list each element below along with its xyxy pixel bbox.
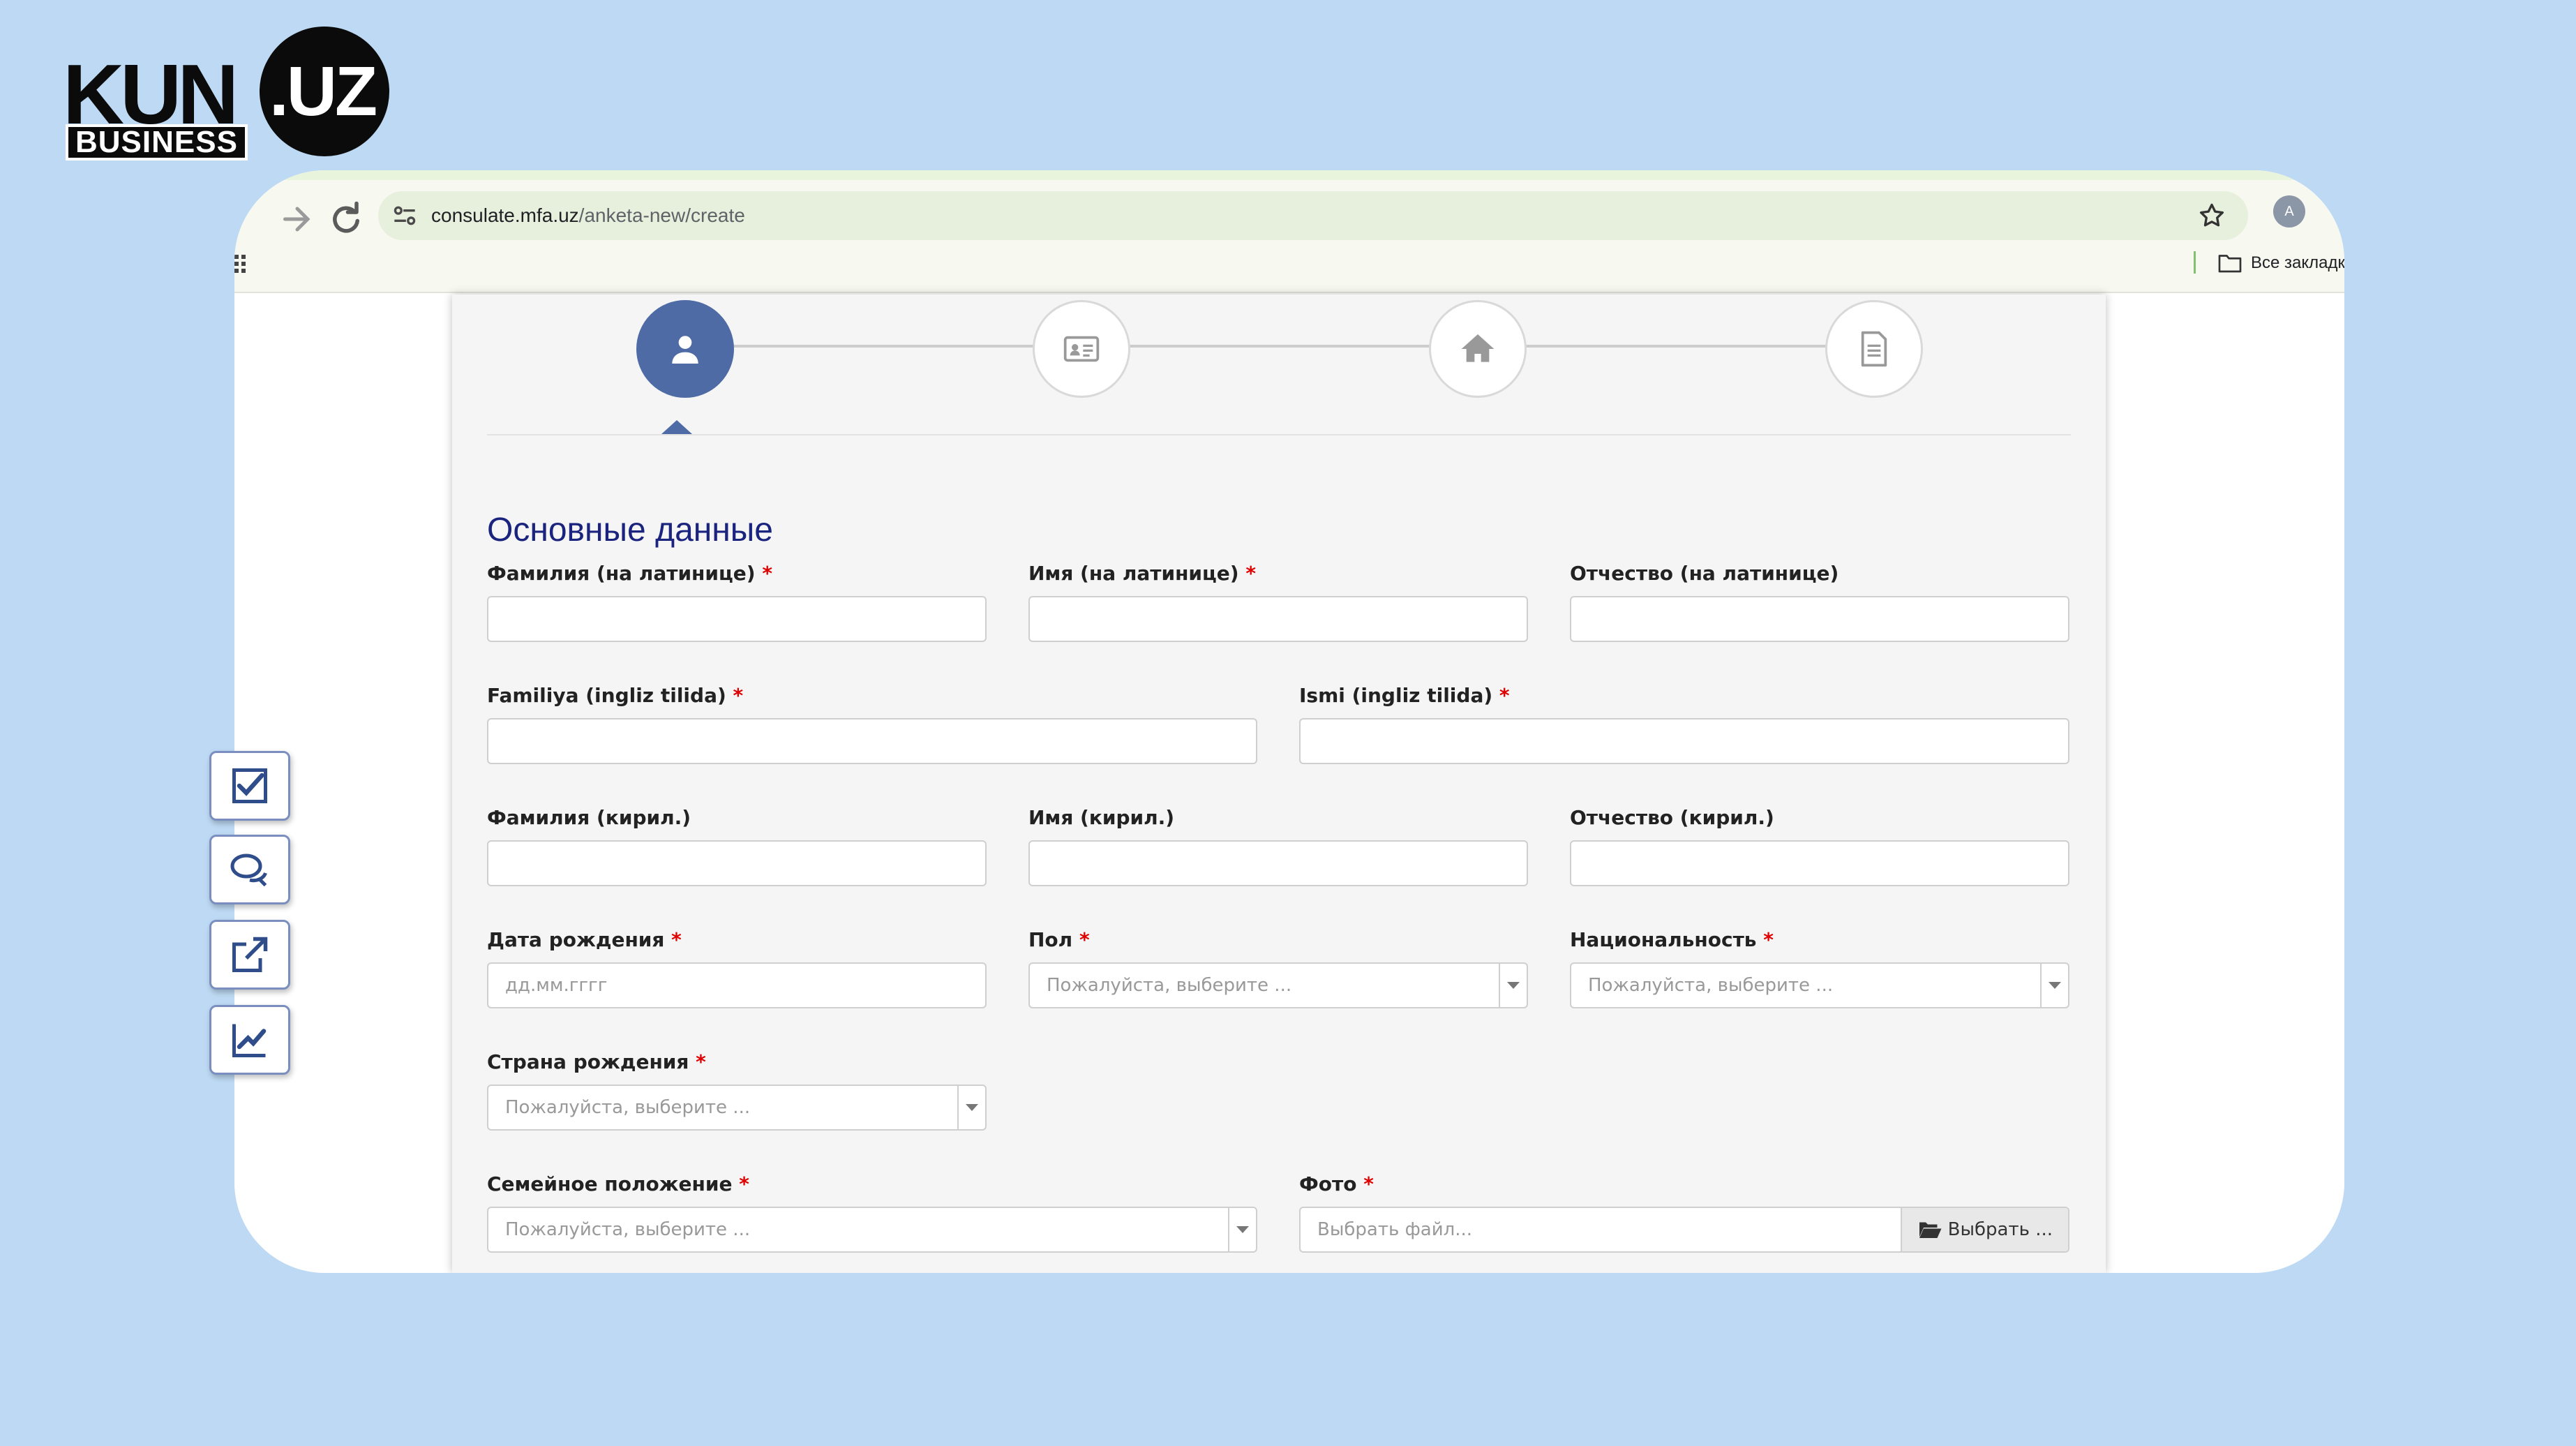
patronymic-latin-field: Отчество (на латинице) xyxy=(1570,560,2069,642)
logo-uz-text: .UZ xyxy=(269,52,377,131)
field-label: Familiya (ingliz tilida) * xyxy=(487,684,744,707)
birth-country-select[interactable]: Пожалуйста, выберите ... xyxy=(487,1084,987,1131)
kun-uz-business-logo: KUN .UZ BUSINESS xyxy=(63,22,398,162)
birth-country-field: Страна рождения * Пожалуйста, выберите .… xyxy=(487,1048,987,1131)
user-icon xyxy=(672,336,698,364)
logo-uz-circle: .UZ xyxy=(260,27,389,156)
step-documents[interactable] xyxy=(1825,300,1923,398)
ismi-english-field: Ismi (ingliz tilida) * xyxy=(1299,682,2069,764)
step-passport-data[interactable] xyxy=(1033,300,1130,398)
field-label: Отчество (на латинице) xyxy=(1570,562,1839,585)
reload-button[interactable] xyxy=(325,198,367,240)
marital-status-select[interactable]: Пожалуйста, выберите ... xyxy=(487,1207,1257,1253)
folder-icon[interactable] xyxy=(2217,253,2242,274)
firstname-latin-field: Имя (на латинице) * xyxy=(1028,560,1528,642)
patronymic-cyrillic-input[interactable] xyxy=(1570,840,2069,886)
field-label: Имя (на латинице) * xyxy=(1028,562,1256,585)
browse-button-label: Выбрать ... xyxy=(1947,1219,2053,1240)
all-bookmarks-link[interactable]: Все закладк xyxy=(2251,251,2344,275)
field-label: Страна рождения * xyxy=(487,1050,706,1073)
ismi-english-input[interactable] xyxy=(1299,718,2069,764)
field-label: Дата рождения * xyxy=(487,928,682,951)
field-label: Национальность * xyxy=(1570,928,1774,951)
caret-down-icon[interactable] xyxy=(1228,1208,1256,1251)
gender-select[interactable]: Пожалуйста, выберите ... xyxy=(1028,962,1528,1008)
browser-window: consulate.mfa.uz/anketa-new/create A Все… xyxy=(234,170,2344,1273)
field-label: Пол * xyxy=(1028,928,1090,951)
nationality-field: Национальность * Пожалуйста, выберите ..… xyxy=(1570,926,2069,1008)
document-icon xyxy=(1861,331,1887,367)
id-card-icon xyxy=(1063,336,1100,362)
stats-widget-button[interactable] xyxy=(209,1005,290,1075)
select-placeholder: Пожалуйста, выберите ... xyxy=(1588,975,1834,996)
birth-date-field: Дата рождения * дд.мм.гггг xyxy=(487,926,987,1008)
site-settings-icon[interactable] xyxy=(389,200,420,231)
caret-down-icon[interactable] xyxy=(2040,964,2068,1007)
firstname-cyrillic-input[interactable] xyxy=(1028,840,1528,886)
familiya-english-input[interactable] xyxy=(487,718,1257,764)
step-personal-data[interactable] xyxy=(636,300,734,398)
share-arrow-icon xyxy=(232,937,268,972)
chat-bubbles-icon xyxy=(230,854,267,887)
field-label: Фамилия (на латинице) * xyxy=(487,562,772,585)
select-placeholder: Пожалуйста, выберите ... xyxy=(505,1219,751,1240)
caret-down-icon[interactable] xyxy=(1499,964,1527,1007)
birth-date-input[interactable]: дд.мм.гггг xyxy=(487,962,987,1008)
firstname-latin-input[interactable] xyxy=(1028,596,1528,642)
checklist-widget-button[interactable] xyxy=(209,751,290,821)
section-title: Основные данные xyxy=(487,512,773,549)
share-widget-button[interactable] xyxy=(209,920,290,990)
lastname-latin-input[interactable] xyxy=(487,596,987,642)
marital-status-field: Семейное положение * Пожалуйста, выберит… xyxy=(487,1170,1257,1253)
trend-chart-icon xyxy=(232,1024,267,1057)
lastname-cyrillic-field: Фамилия (кирил.) xyxy=(487,804,987,886)
field-label: Отчество (кирил.) xyxy=(1570,806,1774,829)
patronymic-cyrillic-field: Отчество (кирил.) xyxy=(1570,804,2069,886)
steps-connector xyxy=(675,345,1862,348)
gender-field: Пол * Пожалуйста, выберите ... xyxy=(1028,926,1528,1008)
field-label: Фамилия (кирил.) xyxy=(487,806,691,829)
field-label: Семейное положение * xyxy=(487,1172,749,1195)
nationality-select[interactable]: Пожалуйста, выберите ... xyxy=(1570,962,2069,1008)
url-text[interactable]: consulate.mfa.uz/anketa-new/create xyxy=(431,191,745,240)
familiya-english-field: Familiya (ingliz tilida) * xyxy=(487,682,1257,764)
forward-button[interactable] xyxy=(276,198,318,240)
url-path: /anketa-new/create xyxy=(578,204,745,226)
field-label: Ismi (ingliz tilida) * xyxy=(1299,684,1510,707)
page-content: Основные данные Фамилия (на латинице) * … xyxy=(234,295,2344,1273)
browser-toolbar: consulate.mfa.uz/anketa-new/create A Все… xyxy=(234,170,2344,293)
lastname-cyrillic-input[interactable] xyxy=(487,840,987,886)
file-placeholder: Выбрать файл... xyxy=(1317,1219,1473,1240)
chat-widget-button[interactable] xyxy=(209,835,290,904)
address-bar[interactable]: consulate.mfa.uz/anketa-new/create xyxy=(378,191,2248,240)
bookmark-star-icon[interactable] xyxy=(2196,200,2227,231)
active-step-pointer xyxy=(661,420,692,434)
anketa-form-panel: Основные данные Фамилия (на латинице) * … xyxy=(452,295,2106,1273)
arrow-right-icon xyxy=(283,207,310,232)
home-icon xyxy=(1461,334,1495,362)
field-label: Имя (кирил.) xyxy=(1028,806,1175,829)
select-placeholder: Пожалуйста, выберите ... xyxy=(1047,975,1292,996)
bookmarks-divider xyxy=(2194,251,2196,274)
steps-divider xyxy=(487,434,2071,435)
photo-field: Фото * Выбрать файл... Выбрать ... xyxy=(1299,1170,2069,1253)
photo-file-input[interactable]: Выбрать файл... Выбрать ... xyxy=(1299,1207,2069,1253)
profile-avatar[interactable]: A xyxy=(2273,195,2305,228)
select-placeholder: Пожалуйста, выберите ... xyxy=(505,1097,751,1118)
lastname-latin-field: Фамилия (на латинице) * xyxy=(487,560,987,642)
reload-icon xyxy=(333,201,359,233)
step-address[interactable] xyxy=(1429,300,1527,398)
firstname-cyrillic-field: Имя (кирил.) xyxy=(1028,804,1528,886)
apps-grid-icon[interactable] xyxy=(234,253,247,276)
logo-business-label: BUSINESS xyxy=(66,124,248,161)
browse-file-button[interactable]: Выбрать ... xyxy=(1900,1208,2068,1251)
patronymic-latin-input[interactable] xyxy=(1570,596,2069,642)
field-label: Фото * xyxy=(1299,1172,1374,1195)
url-host: consulate.mfa.uz xyxy=(431,204,579,226)
folder-open-icon xyxy=(1918,1222,1942,1238)
caret-down-icon[interactable] xyxy=(957,1086,985,1129)
checklist-icon xyxy=(232,768,267,803)
